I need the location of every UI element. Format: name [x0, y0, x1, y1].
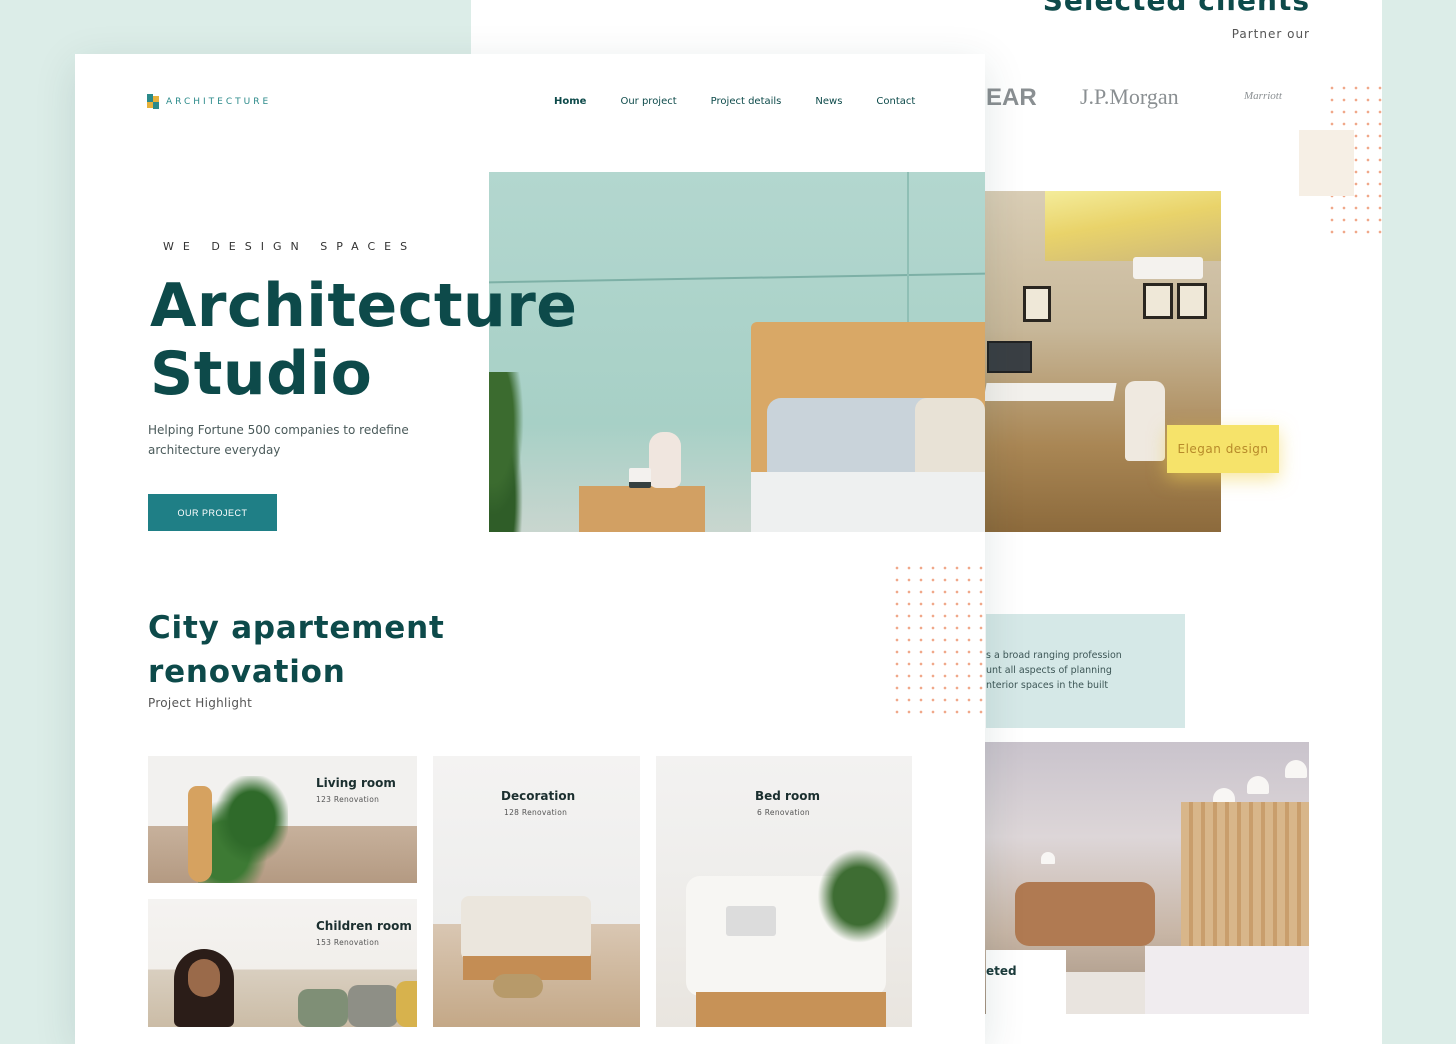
- picture-frame: [1177, 283, 1207, 319]
- picture-frame: [1143, 283, 1173, 319]
- dot-pattern-middle: [891, 562, 985, 720]
- main-nav: Home Our project Project details News Co…: [554, 96, 915, 107]
- nav-home[interactable]: Home: [554, 96, 586, 107]
- section-title: City apartement renovation: [148, 606, 445, 694]
- brand[interactable]: ARCHITECTURE: [147, 94, 271, 109]
- cup: [629, 468, 651, 488]
- card-subtitle: 153 Renovation: [316, 938, 380, 947]
- basket: [493, 974, 543, 998]
- sofa: [461, 896, 591, 960]
- card-subtitle: 128 Renovation: [504, 808, 568, 817]
- chair: [1125, 381, 1165, 461]
- card-title: Decoration: [501, 789, 576, 803]
- monitor: [987, 341, 1032, 373]
- ceiling-light: [1045, 191, 1221, 261]
- pallet-frame: [696, 992, 886, 1027]
- hero-subtitle: Helping Fortune 500 companies to redefin…: [148, 423, 409, 457]
- picture-frame: [1023, 286, 1051, 322]
- plant: [806, 836, 912, 956]
- card-living-room[interactable]: Living room 123 Renovation: [148, 756, 417, 883]
- rug: [1065, 972, 1155, 1014]
- air-conditioner: [1133, 257, 1203, 279]
- nightstand: [579, 486, 705, 532]
- office-photo: [985, 191, 1221, 532]
- about-text-box: s a broad ranging profession unt all asp…: [986, 614, 1185, 728]
- nav-our-project[interactable]: Our project: [620, 96, 676, 107]
- card-subtitle: 123 Renovation: [316, 795, 380, 804]
- card-decoration[interactable]: Decoration 128 Renovation: [433, 756, 640, 1027]
- front-page: ARCHITECTURE Home Our project Project de…: [75, 54, 985, 1044]
- sofa: [1015, 882, 1155, 946]
- client-logo-ear: EAR: [986, 84, 1037, 111]
- pillow: [298, 989, 348, 1027]
- card-subtitle: 6 Renovation: [757, 808, 810, 817]
- pendant-lamp: [1041, 852, 1055, 864]
- nav-project-details[interactable]: Project details: [711, 96, 782, 107]
- clients-subtitle: Partner our: [1231, 27, 1310, 41]
- clients-title: Selected clients: [1042, 0, 1310, 17]
- pendant-lamp: [1285, 760, 1307, 778]
- completed-label-box: eted: [986, 950, 1066, 1014]
- card-title: Living room: [316, 776, 396, 790]
- nav-news[interactable]: News: [815, 96, 842, 107]
- about-line: nterior spaces in the built: [986, 680, 1109, 691]
- hero-title-line: Architecture: [150, 271, 578, 341]
- card-bed-room[interactable]: Bed room 6 Renovation: [656, 756, 912, 1027]
- completed-label: eted: [986, 964, 1017, 978]
- pillow: [348, 985, 398, 1027]
- hero-title-line: Studio: [150, 339, 373, 409]
- laptop: [726, 906, 776, 936]
- guitar: [188, 786, 212, 882]
- nav-contact[interactable]: Contact: [876, 96, 915, 107]
- card-title: Bed room: [755, 789, 820, 803]
- our-project-button[interactable]: OUR PROJECT: [148, 494, 277, 531]
- client-logo-jpmorgan: J.P.Morgan: [1080, 84, 1179, 109]
- section-title-line: renovation: [148, 654, 346, 690]
- desk: [985, 383, 1117, 401]
- decor-square: [1299, 130, 1354, 196]
- elegant-design-badge: Elegan design: [1167, 425, 1279, 473]
- card-children-room[interactable]: Children room 153 Renovation: [148, 899, 417, 1027]
- hero-title: Architecture Studio: [150, 272, 578, 408]
- hero-eyebrow: WE DESIGN SPACES: [163, 240, 417, 253]
- bed-sheet: [751, 472, 985, 532]
- pillow: [396, 981, 417, 1027]
- wood-wall: [1181, 802, 1309, 962]
- brand-name: ARCHITECTURE: [166, 96, 272, 107]
- brand-logo-icon: [147, 94, 160, 109]
- pendant-lamp: [1247, 776, 1269, 794]
- about-line: unt all aspects of planning: [986, 665, 1112, 676]
- client-logo-marriott: Marriott: [1244, 90, 1282, 102]
- about-line: s a broad ranging profession: [986, 650, 1122, 661]
- coffee-table: [1145, 946, 1309, 1014]
- vase: [649, 432, 681, 488]
- card-title: Children room: [316, 919, 412, 933]
- wall-panel: [907, 172, 909, 322]
- section-title-line: City apartement: [148, 610, 445, 646]
- girl-face: [188, 959, 220, 997]
- section-subtitle: Project Highlight: [148, 696, 253, 710]
